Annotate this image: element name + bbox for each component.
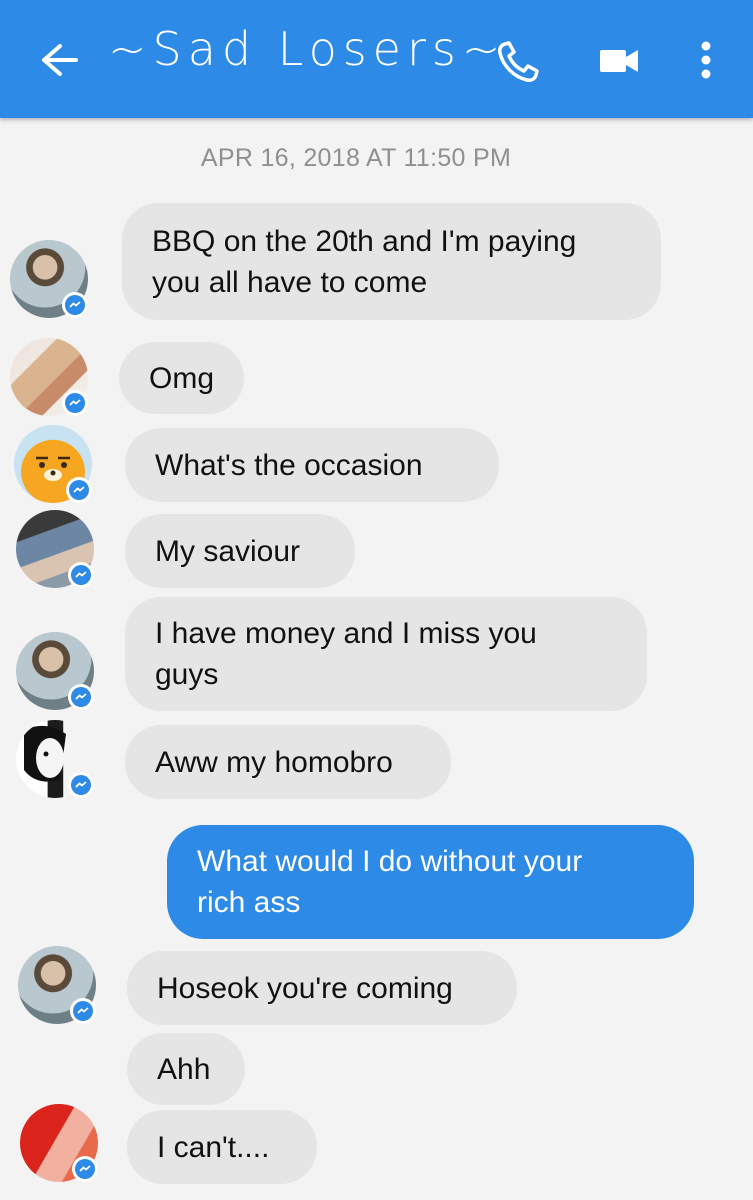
message-timestamp: APR 16, 2018 AT 11:50 PM [200, 144, 512, 172]
messenger-badge-icon [68, 684, 94, 710]
avatar[interactable] [14, 425, 92, 503]
messenger-badge-icon [66, 477, 92, 503]
messenger-badge-icon [62, 390, 88, 416]
back-arrow-icon[interactable] [38, 40, 80, 80]
messenger-badge-icon [62, 292, 88, 318]
avatar[interactable] [16, 632, 94, 710]
avatar[interactable] [16, 510, 94, 588]
message-bubble[interactable]: What's the occasion [125, 428, 499, 502]
message-bubble[interactable]: Hoseok you're coming [127, 951, 517, 1025]
conversation-header: ~Sad Losers~ [0, 0, 753, 118]
message-bubble[interactable]: Ahh [127, 1033, 245, 1105]
messenger-badge-icon [72, 1156, 98, 1182]
my-message-bubble[interactable]: What would I do without your rich ass [167, 825, 694, 939]
avatar[interactable] [20, 1104, 98, 1182]
phone-icon[interactable] [496, 40, 540, 84]
messenger-badge-icon [70, 998, 96, 1024]
conversation-title[interactable]: ~Sad Losers~ [108, 22, 506, 76]
messenger-badge-icon [68, 562, 94, 588]
messenger-badge-icon [68, 772, 94, 798]
message-bubble[interactable]: I have money and I miss you guys [125, 597, 647, 711]
message-bubble[interactable]: I can't.... [127, 1110, 317, 1184]
message-bubble[interactable]: My saviour [125, 514, 355, 588]
avatar[interactable] [18, 946, 96, 1024]
avatar[interactable] [16, 720, 94, 798]
avatar[interactable] [10, 240, 88, 318]
message-bubble[interactable]: BBQ on the 20th and I'm paying you all h… [122, 203, 661, 320]
message-bubble[interactable]: Omg [119, 342, 244, 414]
more-vertical-icon[interactable] [694, 40, 718, 80]
message-bubble[interactable]: Aww my homobro [125, 725, 451, 799]
video-camera-icon[interactable] [598, 44, 640, 76]
avatar[interactable] [10, 338, 88, 416]
